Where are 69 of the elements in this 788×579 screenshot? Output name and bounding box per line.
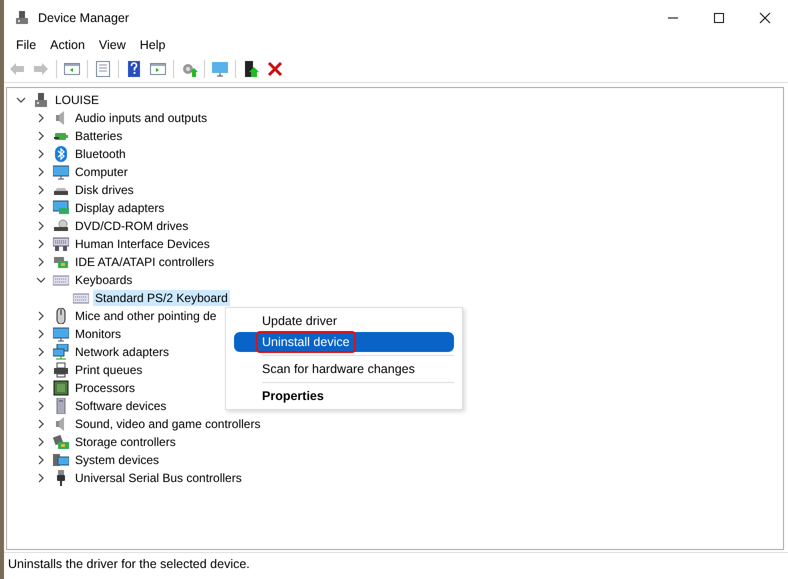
status-text: Uninstalls the driver for the selected device. bbox=[8, 557, 250, 571]
printer-icon bbox=[53, 362, 69, 378]
expand-chevron-icon[interactable] bbox=[36, 149, 46, 159]
expand-chevron-icon[interactable] bbox=[36, 455, 46, 465]
expand-chevron-icon[interactable] bbox=[36, 419, 46, 429]
tree-item[interactable]: Audio inputs and outputs bbox=[73, 110, 210, 126]
expand-chevron-icon[interactable] bbox=[36, 437, 46, 447]
expand-chevron-icon[interactable] bbox=[36, 311, 46, 321]
tree-item[interactable]: Batteries bbox=[73, 128, 124, 144]
tree-item[interactable]: Network adapters bbox=[73, 344, 172, 360]
circuit-card-icon bbox=[53, 254, 69, 270]
monitor-icon bbox=[53, 164, 69, 180]
expand-chevron-icon[interactable] bbox=[36, 365, 46, 375]
tree-item[interactable]: Universal Serial Bus controllers bbox=[73, 470, 244, 486]
network-icon bbox=[53, 344, 69, 360]
expand-chevron-icon[interactable] bbox=[36, 167, 46, 177]
bluetooth-icon bbox=[53, 146, 69, 162]
expand-chevron-icon[interactable] bbox=[36, 131, 46, 141]
tree-item[interactable]: IDE ATA/ATAPI controllers bbox=[73, 254, 216, 270]
expand-chevron-icon[interactable] bbox=[36, 203, 46, 213]
expand-chevron-icon[interactable] bbox=[36, 347, 46, 357]
expand-chevron-icon[interactable] bbox=[36, 239, 46, 249]
collapse-chevron-icon[interactable] bbox=[36, 275, 46, 285]
tree-item[interactable]: Human Interface Devices bbox=[73, 236, 212, 252]
computer-icon bbox=[33, 92, 49, 108]
menu-item[interactable]: File bbox=[10, 38, 42, 52]
menu-item[interactable]: Help bbox=[134, 38, 172, 52]
tree-item[interactable]: Mice and other pointing de bbox=[73, 308, 218, 324]
maximize-icon bbox=[713, 12, 725, 24]
menu-item[interactable]: Action bbox=[44, 38, 91, 52]
expand-chevron-icon[interactable] bbox=[36, 221, 46, 231]
system-icon bbox=[53, 452, 69, 468]
monitor-icon bbox=[53, 326, 69, 342]
expand-chevron-icon[interactable] bbox=[36, 473, 46, 483]
storage-icon bbox=[53, 434, 69, 450]
tree-item[interactable]: DVD/CD-ROM drives bbox=[73, 218, 190, 234]
tree-item[interactable]: Monitors bbox=[73, 326, 124, 342]
keyboard-icon bbox=[53, 236, 69, 252]
tree-item[interactable]: Bluetooth bbox=[73, 146, 128, 162]
collapse-chevron-icon[interactable] bbox=[16, 95, 26, 105]
tree-item[interactable]: Keyboards bbox=[73, 272, 134, 288]
expand-chevron-icon[interactable] bbox=[36, 383, 46, 393]
display-adapter-icon bbox=[53, 200, 69, 216]
close-icon bbox=[759, 12, 771, 24]
context-menu-item[interactable]: Update driver bbox=[234, 311, 454, 331]
tree-item[interactable]: LOUISE bbox=[53, 92, 102, 108]
expand-chevron-icon[interactable] bbox=[36, 113, 46, 123]
app-icon bbox=[14, 10, 30, 26]
tree-item[interactable]: Computer bbox=[73, 164, 130, 180]
tree-item[interactable]: Sound, video and game controllers bbox=[73, 416, 262, 432]
disc-drive-icon bbox=[53, 218, 69, 234]
context-menu-item[interactable]: Scan for hardware changes bbox=[234, 359, 454, 379]
tree-item[interactable]: Disk drives bbox=[73, 182, 136, 198]
expand-chevron-icon[interactable] bbox=[36, 401, 46, 411]
tree-item[interactable]: Standard PS/2 Keyboard bbox=[93, 290, 230, 306]
context-menu-item[interactable]: Uninstall device bbox=[234, 332, 454, 352]
expand-chevron-icon[interactable] bbox=[36, 185, 46, 195]
expand-chevron-icon[interactable] bbox=[36, 329, 46, 339]
menu-item[interactable]: View bbox=[92, 38, 132, 52]
tree-item[interactable]: Storage controllers bbox=[73, 434, 178, 450]
context-menu-item[interactable]: Properties bbox=[234, 386, 454, 406]
expand-chevron-icon[interactable] bbox=[36, 257, 46, 267]
chip-icon bbox=[53, 380, 69, 396]
tree-item[interactable]: Software devices bbox=[73, 398, 168, 414]
tree-item[interactable]: Display adapters bbox=[73, 200, 166, 216]
window-title: Device Manager bbox=[38, 11, 130, 25]
tree-item[interactable]: Processors bbox=[73, 380, 138, 396]
tree-item[interactable]: Print queues bbox=[73, 362, 144, 378]
tree-item[interactable]: System devices bbox=[73, 452, 162, 468]
